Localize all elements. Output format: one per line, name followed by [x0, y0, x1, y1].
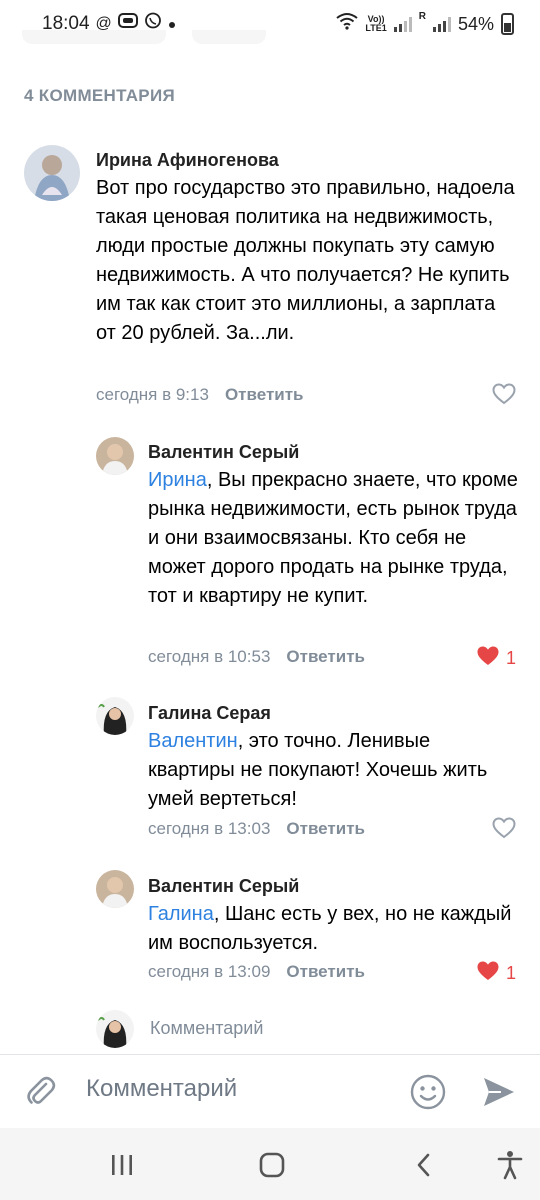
avatar[interactable] [96, 870, 134, 908]
back-icon[interactable] [404, 1148, 444, 1182]
attachment-icon[interactable] [24, 1075, 58, 1114]
signal-1-icon [393, 16, 412, 32]
roaming-label: R [418, 11, 426, 22]
reply-composer-placeholder[interactable]: Комментарий [150, 1018, 263, 1039]
wifi-icon [336, 12, 359, 36]
top-cut-button-right[interactable] [192, 30, 266, 44]
mention-link[interactable]: Галина [148, 903, 214, 925]
mention-link[interactable]: Ирина [148, 469, 207, 491]
heart-filled-icon [476, 645, 500, 672]
heart-filled-icon [476, 960, 500, 987]
comment-text: Валентин, это точно. Ленивые квартиры не… [148, 727, 518, 814]
comment-text: Вот про государство это правильно, надое… [96, 174, 516, 348]
reply-button[interactable]: Ответить [286, 819, 365, 838]
volte-indicator: Vo)) LTE1 [365, 15, 386, 33]
comment-text: Галина, Шанс есть у вех, но не каждый им… [148, 900, 518, 958]
battery-percent: 54% [457, 13, 494, 34]
reply-button[interactable]: Ответить [225, 385, 304, 404]
comment-text: Ирина, Вы прекрасно знаете, что кроме ры… [148, 466, 518, 611]
emoji-icon[interactable] [410, 1074, 446, 1115]
comment-meta: сегодня в 10:53 Ответить [148, 647, 365, 667]
mention-link[interactable]: Валентин [148, 730, 238, 752]
signal-2-icon [432, 16, 451, 32]
comment-input[interactable]: Комментарий [86, 1075, 237, 1103]
comment-time: сегодня в 10:53 [148, 647, 271, 666]
comment-body: Вот про государство это правильно, надое… [96, 177, 515, 344]
reply-button[interactable]: Ответить [286, 647, 365, 666]
reply-composer[interactable]: Комментарий [96, 1010, 516, 1050]
my-avatar [96, 1010, 134, 1048]
reply-button[interactable]: Ответить [286, 962, 365, 981]
comment-time: сегодня в 13:03 [148, 819, 271, 838]
like-button[interactable] [492, 383, 516, 410]
comment-meta: сегодня в 13:03 Ответить [148, 819, 365, 839]
heart-outline-icon [492, 817, 516, 844]
comment-author[interactable]: Валентин Серый [148, 876, 299, 897]
avatar[interactable] [96, 697, 134, 735]
battery-icon [501, 13, 514, 35]
comment-author[interactable]: Ирина Афиногенова [96, 150, 279, 171]
comment-author[interactable]: Галина Серая [148, 703, 271, 724]
top-cut-button-left[interactable] [22, 30, 166, 44]
like-button[interactable] [492, 817, 516, 844]
comment-meta: сегодня в 9:13 Ответить [96, 385, 304, 405]
heart-outline-icon [492, 383, 516, 410]
comment-meta: сегодня в 13:09 Ответить [148, 962, 365, 982]
comment-time: сегодня в 13:09 [148, 962, 271, 981]
avatar[interactable] [96, 437, 134, 475]
comment-composer: Комментарий [0, 1055, 540, 1127]
like-button[interactable]: 1 [476, 645, 516, 672]
avatar[interactable] [24, 145, 80, 201]
home-icon[interactable] [252, 1148, 292, 1182]
comment-author[interactable]: Валентин Серый [148, 442, 299, 463]
comments-count: 4 КОММЕНТАРИЯ [24, 86, 175, 105]
send-icon[interactable] [481, 1075, 517, 1114]
like-count: 1 [506, 963, 517, 983]
accessibility-icon[interactable] [490, 1148, 530, 1182]
like-button[interactable]: 1 [476, 960, 516, 987]
comment-time: сегодня в 9:13 [96, 385, 209, 404]
volte-bottom: LTE1 [365, 23, 387, 33]
recent-apps-icon[interactable] [102, 1148, 142, 1182]
like-count: 1 [506, 648, 517, 668]
system-nav-bar [0, 1128, 540, 1200]
dot-icon [168, 13, 176, 35]
